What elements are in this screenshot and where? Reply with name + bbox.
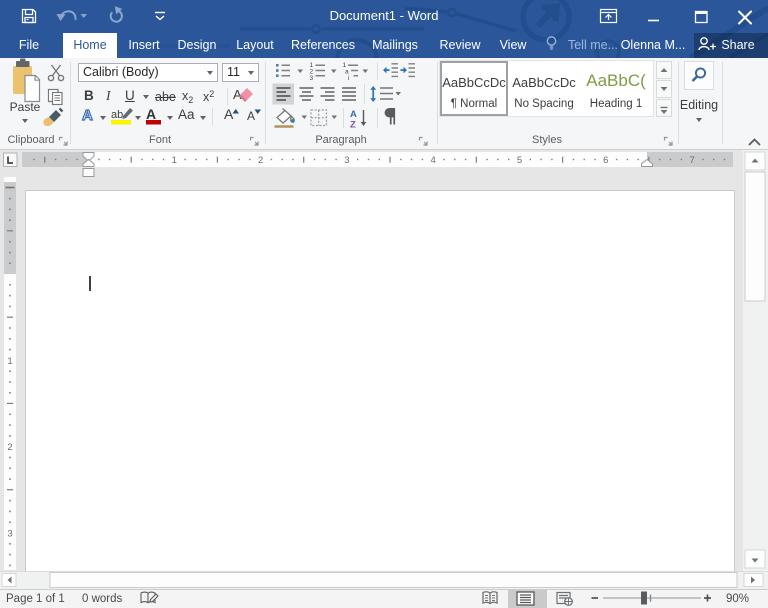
svg-text:1: 1 — [7, 356, 12, 367]
svg-text:3: 3 — [344, 155, 349, 166]
svg-text:Z: Z — [350, 120, 356, 131]
svg-text:5: 5 — [517, 155, 522, 166]
svg-text:1: 1 — [172, 155, 177, 166]
svg-text:4: 4 — [431, 155, 436, 166]
svg-text:2: 2 — [7, 442, 12, 453]
svg-text:3: 3 — [7, 528, 12, 539]
svg-text:2: 2 — [258, 155, 263, 166]
svg-text:3: 3 — [310, 75, 314, 82]
svg-text:7: 7 — [689, 155, 694, 166]
svg-text:A: A — [350, 109, 357, 120]
svg-text:ab: ab — [111, 109, 123, 121]
svg-text:6: 6 — [603, 155, 608, 166]
svg-text:i: i — [348, 75, 349, 82]
